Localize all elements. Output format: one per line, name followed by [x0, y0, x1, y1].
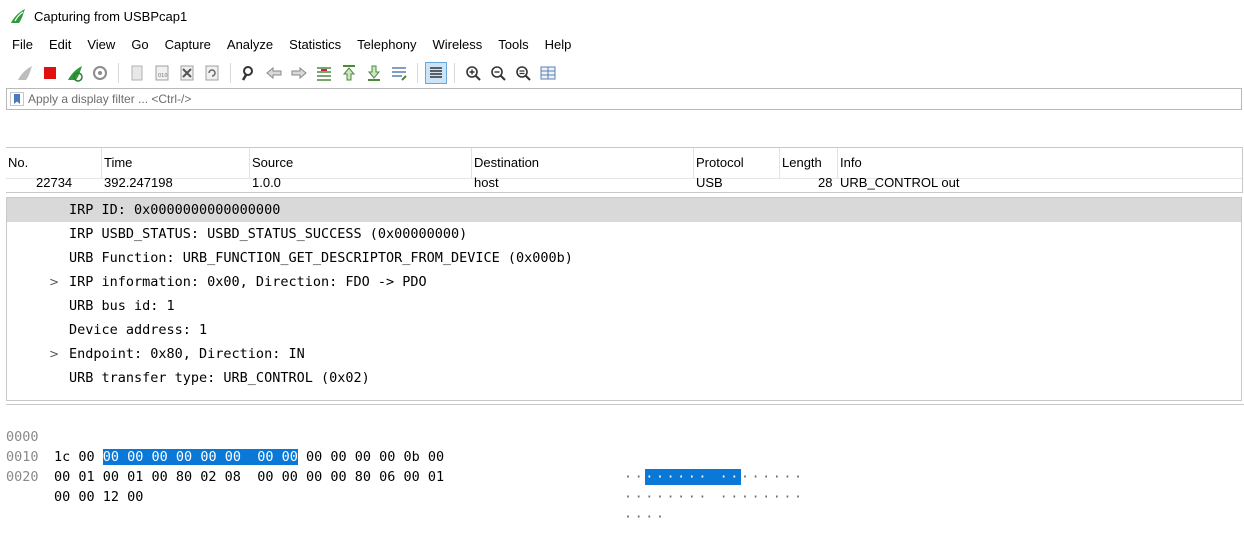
bytes-hex[interactable]: 00 00 12 00 — [54, 487, 143, 507]
hex-plain: 00 01 00 01 00 80 02 08 00 00 00 00 80 0… — [54, 469, 445, 485]
bytes-row: 0020 00 00 12 00 ···· — [6, 447, 1244, 525]
svg-text:010: 010 — [158, 73, 168, 79]
detail-text: Device address: 1 — [69, 322, 208, 338]
cell-time: 392.247198 — [104, 175, 173, 190]
expand-arrow-icon[interactable]: > — [47, 270, 61, 294]
detail-line[interactable]: IRP ID: 0x0000000000000000 — [7, 198, 1241, 222]
packet-row[interactable]: 22734 392.247198 1.0.0 host USB 28 URB_C… — [6, 175, 1242, 192]
start-capture-icon[interactable] — [14, 62, 36, 84]
restart-capture-icon[interactable] — [64, 62, 86, 84]
detail-text: URB Function: URB_FUNCTION_GET_DESCRIPTO… — [69, 250, 573, 266]
display-filter-bar — [6, 88, 1242, 110]
detail-line[interactable]: URB bus id: 1 — [7, 294, 1241, 318]
open-file-icon[interactable] — [126, 62, 148, 84]
autoscroll-icon[interactable] — [388, 62, 410, 84]
bytes-ascii[interactable]: ········ ········ — [624, 467, 805, 487]
detail-text: Endpoint: 0x80, Direction: IN — [69, 346, 305, 362]
detail-text: IRP information: 0x00, Direction: FDO ->… — [69, 274, 427, 290]
cell-protocol: USB — [696, 175, 723, 190]
ascii-plain: ···· — [624, 509, 667, 525]
bytes-offset: 0020 — [6, 469, 39, 485]
menu-telephony[interactable]: Telephony — [349, 32, 424, 58]
ascii-plain: ·· — [624, 469, 646, 485]
detail-line[interactable]: URB transfer type: URB_CONTROL (0x02) — [7, 366, 1241, 390]
column-info[interactable]: Info — [838, 148, 1242, 178]
colorize-icon[interactable] — [425, 62, 447, 84]
detail-line[interactable]: Device address: 1 — [7, 318, 1241, 342]
cell-source: 1.0.0 — [252, 175, 281, 190]
toolbar-separator — [230, 63, 231, 83]
menu-analyze[interactable]: Analyze — [219, 32, 281, 58]
menu-statistics[interactable]: Statistics — [281, 32, 349, 58]
last-packet-icon[interactable] — [363, 62, 385, 84]
ascii-highlight: ······ ·· — [645, 469, 741, 485]
find-packet-icon[interactable] — [238, 62, 260, 84]
zoom-out-icon[interactable] — [487, 62, 509, 84]
detail-line[interactable]: > IRP information: 0x00, Direction: FDO -… — [7, 270, 1241, 294]
hex-plain: 00 00 12 00 — [54, 489, 144, 505]
menu-capture[interactable]: Capture — [157, 32, 219, 58]
go-forward-icon[interactable] — [288, 62, 310, 84]
menu-bar: File Edit View Go Capture Analyze Statis… — [0, 32, 1244, 58]
detail-line[interactable]: URB Function: URB_FUNCTION_GET_DESCRIPTO… — [7, 246, 1241, 270]
menu-tools[interactable]: Tools — [490, 32, 536, 58]
go-back-icon[interactable] — [263, 62, 285, 84]
zoom-in-icon[interactable] — [462, 62, 484, 84]
menu-go[interactable]: Go — [123, 32, 156, 58]
expand-arrow-icon[interactable]: > — [47, 342, 61, 366]
bytes-hex[interactable]: 00 01 00 01 00 80 02 08 00 00 00 00 80 0… — [54, 467, 444, 487]
menu-help[interactable]: Help — [537, 32, 580, 58]
column-protocol[interactable]: Protocol — [694, 148, 780, 178]
main-toolbar: 010 — [0, 58, 1244, 88]
ascii-plain: ······ — [740, 469, 805, 485]
reload-file-icon[interactable] — [201, 62, 223, 84]
detail-text: IRP USBD_STATUS: USBD_STATUS_SUCCESS (0x… — [69, 226, 468, 242]
detail-line[interactable]: > Endpoint: 0x80, Direction: IN — [7, 342, 1241, 366]
packet-details-pane: IRP ID: 0x0000000000000000 IRP USBD_STAT… — [6, 197, 1242, 401]
menu-file[interactable]: File — [4, 32, 41, 58]
bytes-ascii[interactable]: ···· — [624, 507, 667, 527]
menu-view[interactable]: View — [79, 32, 123, 58]
save-file-icon[interactable]: 010 — [151, 62, 173, 84]
column-source[interactable]: Source — [250, 148, 472, 178]
cell-destination: host — [474, 175, 499, 190]
stop-capture-icon[interactable] — [39, 62, 61, 84]
packet-list-header: No. Time Source Destination Protocol Len… — [6, 148, 1242, 179]
toolbar-separator — [118, 63, 119, 83]
bytes-ascii[interactable]: ········ ········ — [624, 487, 805, 507]
cell-info: URB_CONTROL out — [840, 175, 960, 190]
wireshark-fin-icon — [11, 9, 25, 23]
cell-no: 22734 — [36, 175, 73, 190]
capture-options-icon[interactable] — [89, 62, 111, 84]
close-file-icon[interactable] — [176, 62, 198, 84]
packet-list: No. Time Source Destination Protocol Len… — [6, 147, 1243, 193]
toolbar-separator — [417, 63, 418, 83]
bookmark-icon[interactable] — [10, 92, 24, 106]
menu-edit[interactable]: Edit — [41, 32, 79, 58]
window-title: Capturing from USBPcap1 — [34, 8, 188, 24]
detail-text: IRP ID: 0x0000000000000000 — [69, 202, 281, 218]
cell-length: 28 — [818, 175, 833, 190]
toolbar-separator — [454, 63, 455, 83]
detail-text: URB bus id: 1 — [69, 298, 175, 314]
detail-text: URB transfer type: URB_CONTROL (0x02) — [69, 370, 370, 386]
packet-bytes-pane: 0000 1c 00 00 00 00 00 00 00 00 00 00 00… — [6, 404, 1244, 525]
menu-wireless[interactable]: Wireless — [424, 32, 490, 58]
display-filter-input[interactable] — [28, 90, 1241, 108]
detail-line[interactable]: IRP USBD_STATUS: USBD_STATUS_SUCCESS (0x… — [7, 222, 1241, 246]
column-no[interactable]: No. — [6, 148, 102, 178]
column-destination[interactable]: Destination — [472, 148, 694, 178]
ascii-plain: ········ ········ — [624, 489, 805, 505]
first-packet-icon[interactable] — [338, 62, 360, 84]
resize-columns-icon[interactable] — [537, 62, 559, 84]
column-time[interactable]: Time — [102, 148, 250, 178]
column-length[interactable]: Length — [780, 148, 838, 178]
bytes-row: 0010 00 01 00 01 00 80 02 08 00 00 00 00… — [6, 427, 1244, 505]
zoom-normal-icon[interactable] — [512, 62, 534, 84]
title-bar: Capturing from USBPcap1 — [0, 0, 1244, 32]
bytes-row: 0000 1c 00 00 00 00 00 00 00 00 00 00 00… — [6, 407, 1244, 485]
go-to-packet-icon[interactable] — [313, 62, 335, 84]
